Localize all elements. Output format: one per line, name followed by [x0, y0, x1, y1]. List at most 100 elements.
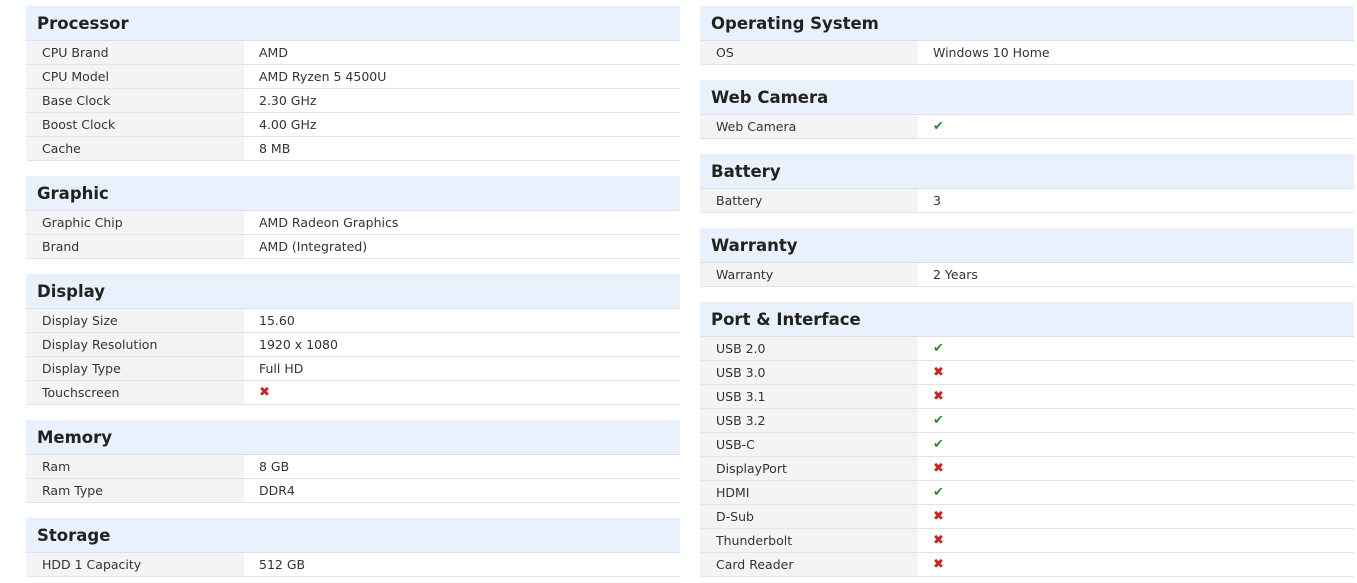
spec-label: Touchscreen — [26, 381, 244, 404]
spec-label: Display Resolution — [26, 333, 244, 356]
spec-label: Web Camera — [700, 115, 918, 138]
spec-value: Windows 10 Home — [918, 41, 1354, 64]
cross-icon: ✖ — [933, 365, 944, 380]
spec-value: ✖ — [244, 381, 680, 404]
spec-row: Base Clock 2.30 GHz — [26, 89, 680, 113]
spec-value: ✖ — [918, 361, 1354, 384]
check-icon: ✔ — [933, 413, 944, 428]
spec-row: CPU Brand AMD — [26, 41, 680, 65]
spec-label: CPU Model — [26, 65, 244, 88]
spec-value: 3 — [918, 189, 1354, 212]
spec-value: Full HD — [244, 357, 680, 380]
spec-label: USB 3.1 — [700, 385, 918, 408]
spec-label: USB 3.0 — [700, 361, 918, 384]
left-spec-column: Processor CPU Brand AMD CPU Model AMD Ry… — [26, 0, 680, 577]
spec-value: AMD Radeon Graphics — [244, 211, 680, 234]
spec-label: USB-C — [700, 433, 918, 456]
section-title: Operating System — [700, 6, 1354, 41]
spec-label: Display Size — [26, 309, 244, 332]
section-title: Warranty — [700, 228, 1354, 263]
spec-label: Graphic Chip — [26, 211, 244, 234]
display-section: Display Display Size 15.60 Display Resol… — [26, 274, 680, 405]
spec-value: ✔ — [918, 433, 1354, 456]
section-title: Graphic — [26, 176, 680, 211]
cross-icon: ✖ — [259, 385, 270, 400]
spec-row: Touchscreen ✖ — [26, 381, 680, 405]
cross-icon: ✖ — [933, 461, 944, 476]
section-title: Battery — [700, 154, 1354, 189]
section-title: Port & Interface — [700, 302, 1354, 337]
web-camera-section: Web Camera Web Camera ✔ — [700, 80, 1354, 139]
spec-label: Card Reader — [700, 553, 918, 576]
spec-label: HDMI — [700, 481, 918, 504]
spec-label: CPU Brand — [26, 41, 244, 64]
section-title: Memory — [26, 420, 680, 455]
check-icon: ✔ — [933, 485, 944, 500]
spec-value: ✖ — [918, 505, 1354, 528]
spec-label: USB 2.0 — [700, 337, 918, 360]
spec-row: Display Size 15.60 — [26, 309, 680, 333]
processor-section: Processor CPU Brand AMD CPU Model AMD Ry… — [26, 6, 680, 161]
spec-row: D-Sub ✖ — [700, 505, 1354, 529]
graphic-section: Graphic Graphic Chip AMD Radeon Graphics… — [26, 176, 680, 259]
cross-icon: ✖ — [933, 557, 944, 572]
spec-row: HDMI ✔ — [700, 481, 1354, 505]
spec-row: USB 3.1 ✖ — [700, 385, 1354, 409]
spec-label: Ram — [26, 455, 244, 478]
spec-row: USB 3.2 ✔ — [700, 409, 1354, 433]
spec-label: D-Sub — [700, 505, 918, 528]
spec-row: HDD 1 Capacity 512 GB — [26, 553, 680, 577]
spec-label: Battery — [700, 189, 918, 212]
spec-row: Ram Type DDR4 — [26, 479, 680, 503]
check-icon: ✔ — [933, 341, 944, 356]
spec-value: 1920 x 1080 — [244, 333, 680, 356]
spec-label: OS — [700, 41, 918, 64]
spec-value: ✔ — [918, 481, 1354, 504]
spec-row: Card Reader ✖ — [700, 553, 1354, 577]
spec-value: ✖ — [918, 385, 1354, 408]
spec-value: 15.60 — [244, 309, 680, 332]
section-title: Display — [26, 274, 680, 309]
section-title: Processor — [26, 6, 680, 41]
spec-row: Brand AMD (Integrated) — [26, 235, 680, 259]
spec-label: Boost Clock — [26, 113, 244, 136]
right-spec-column: Operating System OS Windows 10 Home Web … — [700, 0, 1354, 577]
spec-row: Display Resolution 1920 x 1080 — [26, 333, 680, 357]
spec-row: CPU Model AMD Ryzen 5 4500U — [26, 65, 680, 89]
spec-row: Web Camera ✔ — [700, 115, 1354, 139]
spec-row: Thunderbolt ✖ — [700, 529, 1354, 553]
spec-value: ✔ — [918, 115, 1354, 138]
spec-value: ✔ — [918, 337, 1354, 360]
section-title: Web Camera — [700, 80, 1354, 115]
port-interface-section: Port & Interface USB 2.0 ✔ USB 3.0 ✖ USB… — [700, 302, 1354, 577]
spec-label: Warranty — [700, 263, 918, 286]
spec-row: USB 2.0 ✔ — [700, 337, 1354, 361]
spec-value: ✖ — [918, 529, 1354, 552]
warranty-section: Warranty Warranty 2 Years — [700, 228, 1354, 287]
spec-label: Ram Type — [26, 479, 244, 502]
spec-value: ✔ — [918, 409, 1354, 432]
spec-label: Thunderbolt — [700, 529, 918, 552]
spec-value: 4.00 GHz — [244, 113, 680, 136]
section-title: Storage — [26, 518, 680, 553]
check-icon: ✔ — [933, 437, 944, 452]
spec-row: Battery 3 — [700, 189, 1354, 213]
spec-row: USB 3.0 ✖ — [700, 361, 1354, 385]
spec-row: Display Type Full HD — [26, 357, 680, 381]
storage-section: Storage HDD 1 Capacity 512 GB — [26, 518, 680, 577]
battery-section: Battery Battery 3 — [700, 154, 1354, 213]
spec-label: DisplayPort — [700, 457, 918, 480]
check-icon: ✔ — [933, 119, 944, 134]
cross-icon: ✖ — [933, 509, 944, 524]
spec-value: AMD — [244, 41, 680, 64]
spec-label: Brand — [26, 235, 244, 258]
spec-value: AMD (Integrated) — [244, 235, 680, 258]
spec-value: 2 Years — [918, 263, 1354, 286]
spec-value: DDR4 — [244, 479, 680, 502]
spec-row: Cache 8 MB — [26, 137, 680, 161]
spec-label: USB 3.2 — [700, 409, 918, 432]
spec-row: DisplayPort ✖ — [700, 457, 1354, 481]
spec-value: 8 GB — [244, 455, 680, 478]
spec-value: 8 MB — [244, 137, 680, 160]
spec-value: 512 GB — [244, 553, 680, 576]
